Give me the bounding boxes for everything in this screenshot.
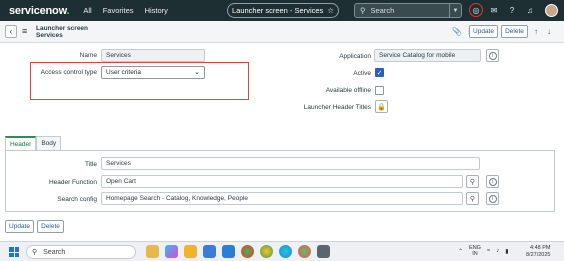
available-offline-label: Available offline [325, 87, 371, 94]
chrome-profile-icon[interactable] [260, 245, 273, 258]
nav-all[interactable]: All [83, 6, 91, 15]
form-title-table: Launcher screen [36, 25, 89, 32]
chrome-icon[interactable] [241, 245, 254, 258]
context-title: Launcher screen - Services [231, 6, 324, 15]
taskbar-search-text: Search [43, 248, 66, 256]
delete-button-top[interactable]: Delete [501, 25, 528, 38]
chrome-alt-icon[interactable] [298, 245, 311, 258]
delete-button-bottom[interactable]: Delete [37, 220, 64, 233]
active-label: Active [353, 70, 371, 77]
windows-start-icon[interactable] [9, 247, 19, 257]
terminal-icon[interactable] [317, 245, 330, 258]
title-label: Title [84, 161, 97, 168]
form-header-bar: ‹ ≡ Launcher screen Services 📎 ☰ ⋯ Updat… [0, 21, 564, 43]
servicenow-logo[interactable]: servicenow. [9, 4, 70, 17]
system-tray: ⌃ ENG IN ≈ ♪ ▮ [458, 245, 509, 257]
context-title-pill[interactable]: Launcher screen - Services ☆ [227, 3, 339, 18]
search-icon: ⚲ [32, 249, 38, 256]
nav-history[interactable]: History [145, 6, 168, 15]
application-label: Application [339, 53, 371, 60]
file-explorer-icon[interactable] [184, 245, 197, 258]
title-field[interactable]: Services [101, 157, 480, 170]
region-code: IN [472, 251, 478, 257]
chevron-down-icon: ⌄ [194, 69, 200, 76]
launcher-header-titles-label: Launcher Header Titles [303, 104, 371, 111]
nav-links: All Favorites History [83, 6, 179, 15]
lock-button[interactable]: 🔒 [375, 100, 388, 113]
lock-icon: 🔒 [377, 103, 386, 111]
taskbar-search[interactable]: ⚲ Search [26, 245, 136, 259]
arrow-up-icon[interactable]: ↑ [534, 27, 538, 36]
taskbar-apps [146, 245, 330, 258]
info-icon: i [488, 51, 497, 60]
record-navigation: ↑ ↓ [534, 27, 551, 36]
battery-icon[interactable]: ▮ [505, 248, 508, 255]
access-control-label: Access control type [40, 69, 97, 76]
header-function-lookup-button[interactable]: ⚲ [466, 175, 479, 188]
widgets-icon[interactable] [146, 245, 159, 258]
name-label: Name [79, 52, 97, 59]
attachment-icon[interactable]: 📎 [452, 27, 462, 36]
chat-icon[interactable]: ✉ [487, 3, 501, 17]
user-avatar[interactable] [545, 4, 558, 17]
nav-favorites[interactable]: Favorites [103, 6, 134, 15]
name-field[interactable]: Services [101, 49, 205, 62]
info-icon: i [488, 194, 497, 203]
search-dropdown-icon[interactable]: ▼ [449, 4, 461, 17]
copilot-icon[interactable] [165, 245, 178, 258]
header-function-info-button[interactable]: i [486, 175, 499, 188]
tab-body[interactable]: Body [36, 136, 62, 150]
search-icon: ⚲ [360, 6, 366, 15]
taskbar-clock[interactable]: 4:48 PM 8/27/2025 [526, 245, 550, 259]
available-offline-checkbox[interactable] [375, 86, 384, 95]
store-icon[interactable] [203, 245, 216, 258]
top-navigation-bar: servicenow. All Favorites History Launch… [0, 0, 564, 21]
header-function-label: Header Function [48, 179, 97, 186]
edge-icon[interactable] [279, 245, 292, 258]
windows-taskbar: ⚲ Search ⌃ ENG IN ≈ ♪ ▮ 4:48 PM 8/27/202… [0, 241, 564, 261]
logo-text: servicenow [9, 4, 67, 17]
info-icon: i [488, 177, 497, 186]
search-config-info-button[interactable]: i [486, 192, 499, 205]
search-config-label: Search config [57, 196, 97, 203]
form-title-record: Services [36, 32, 63, 39]
search-icon: ⚲ [469, 195, 476, 203]
nav-icons: ◎ ✉ ? ♫ [469, 3, 537, 17]
access-control-select[interactable]: User criteria ⌄ [101, 66, 205, 79]
language-indicator[interactable]: ENG IN [469, 245, 481, 257]
search-config-lookup-button[interactable]: ⚲ [466, 192, 479, 205]
access-control-value: User criteria [106, 69, 142, 76]
active-checkbox[interactable]: ✓ [375, 68, 384, 77]
clock-date: 8/27/2025 [526, 252, 551, 258]
global-search[interactable]: ⚲ Search ▼ [354, 3, 462, 18]
arrow-down-icon[interactable]: ↓ [547, 27, 551, 36]
update-button-top[interactable]: Update [469, 25, 498, 38]
application-field[interactable]: Service Catalog for mobile [374, 49, 481, 62]
wifi-icon[interactable]: ≈ [487, 248, 490, 254]
help-icon[interactable]: ? [505, 3, 519, 17]
back-button[interactable]: ‹ [5, 25, 17, 38]
search-icon: ⚲ [469, 178, 476, 186]
tab-header[interactable]: Header [5, 136, 37, 150]
form-menu-icon[interactable]: ≡ [22, 26, 27, 36]
header-function-field[interactable]: Open Cart [101, 175, 463, 188]
application-info-button[interactable]: i [486, 49, 499, 62]
notification-bell-icon[interactable]: ♫ [523, 3, 537, 17]
search-config-field[interactable]: Homepage Search - Catalog, Knowledge, Pe… [101, 192, 463, 205]
form-title: Launcher screen Services [36, 25, 88, 39]
section-tabs: Header Body [5, 136, 62, 150]
update-button-bottom[interactable]: Update [5, 220, 34, 233]
chevron-up-icon[interactable]: ⌃ [458, 248, 463, 255]
search-placeholder: Search [370, 6, 395, 15]
star-icon[interactable]: ☆ [327, 6, 334, 15]
vscode-icon[interactable] [222, 245, 235, 258]
clock-time: 4:48 PM [529, 245, 551, 251]
volume-icon[interactable]: ♪ [496, 248, 499, 254]
logo-dot: . [66, 4, 70, 17]
globe-icon[interactable]: ◎ [469, 3, 483, 17]
